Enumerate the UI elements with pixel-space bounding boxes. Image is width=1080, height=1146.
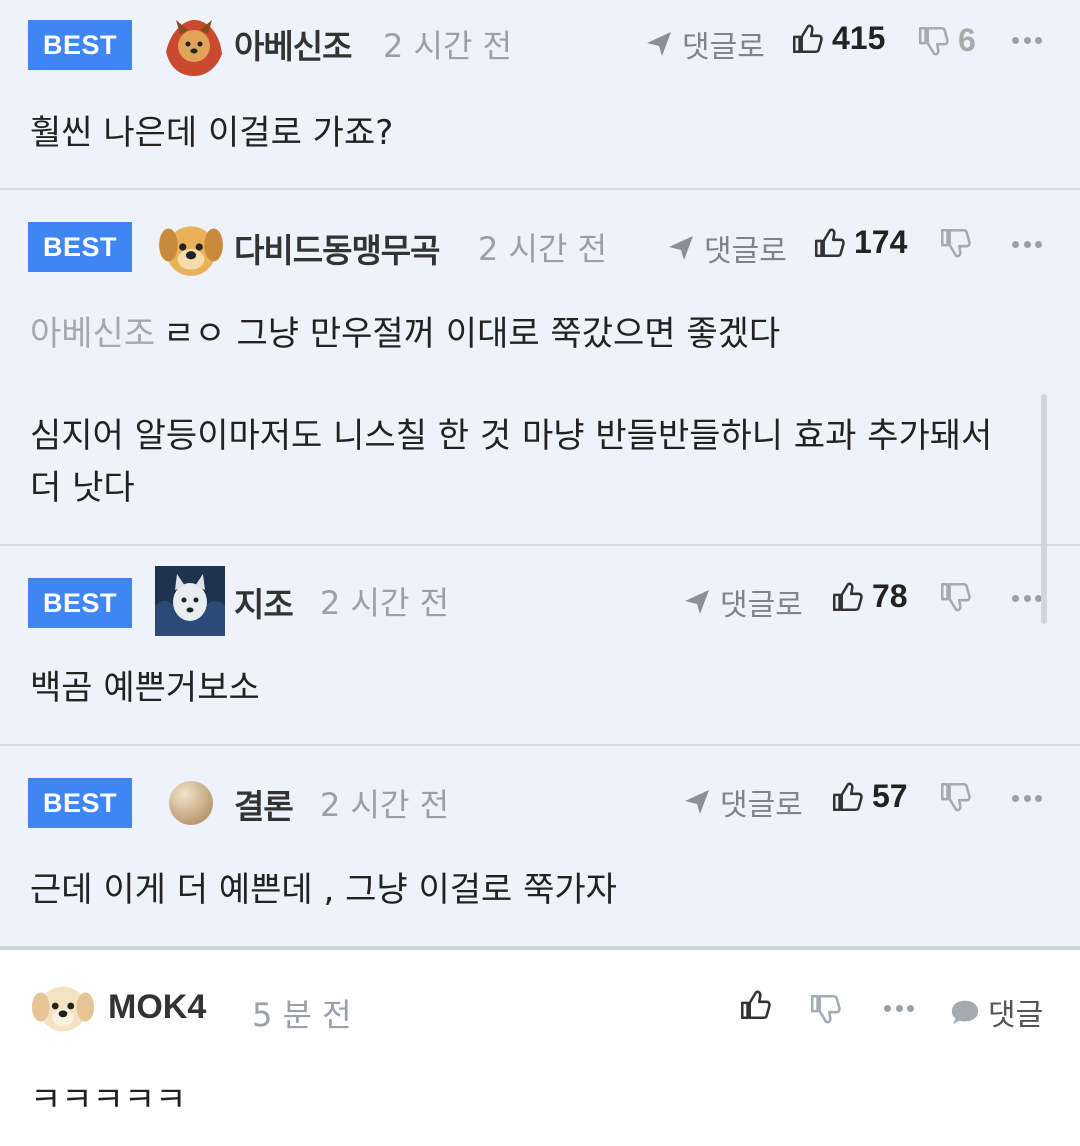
reply-button[interactable]: 댓글로 (644, 22, 765, 66)
comment-header: BEST 결론 2 시간 전 댓글로 57 (0, 762, 1080, 834)
best-comment: BEST 다비드동맹무곡 2 시간 전 댓글로 174 아베신조 ㄹㅇ 그냥 만우… (0, 190, 1080, 546)
like-button[interactable]: 415 (790, 20, 885, 57)
comment-text: 백곰 예쁜거보소 (30, 662, 1040, 714)
like-button[interactable]: 174 (812, 224, 907, 261)
best-comment: BEST 결론 2 시간 전 댓글로 57 근데 이게 더 예쁜데 , 그냥 이… (0, 746, 1080, 950)
dislike-button[interactable] (938, 226, 972, 260)
best-badge: BEST (28, 20, 132, 70)
timestamp: 5 분 전 (252, 996, 352, 1034)
more-icon[interactable] (1012, 592, 1042, 604)
reply-arrow-icon (666, 233, 696, 263)
comment-paragraph: 훨씬 나은데 이걸로 가죠? (30, 113, 394, 153)
comment-text: 아베신조 ㄹㅇ 그냥 만우절꺼 이대로 쭉갔으면 좋겠다 (30, 308, 1040, 360)
timestamp: 2 시간 전 (478, 230, 608, 268)
comment-text: 심지어 알등이마저도 니스칠 한 것 마냥 반들반들하니 효과 추가돼서 더 낫… (30, 410, 1030, 514)
reply-arrow-icon (682, 787, 712, 817)
speech-bubble-icon (951, 1000, 979, 1025)
best-badge: BEST (28, 778, 132, 828)
dislike-count: 6 (958, 22, 976, 58)
more-icon[interactable] (1012, 34, 1042, 46)
comment-text: ㅋㅋㅋㅋㅋ (30, 1080, 187, 1120)
timestamp: 2 시간 전 (320, 584, 450, 622)
best-badge: BEST (28, 222, 132, 272)
like-count: 415 (832, 20, 886, 56)
comment-paragraph: 백곰 예쁜거보소 (30, 668, 260, 708)
dislike-button[interactable] (938, 780, 972, 814)
reply-button[interactable]: 댓글로 (682, 580, 803, 624)
comment-header: BEST 다비드동맹무곡 2 시간 전 댓글로 174 (0, 204, 1080, 276)
comment-text: 근데 이게 더 예쁜데 , 그냥 이걸로 쭉가자 (30, 864, 1040, 916)
nickname[interactable]: 다비드동맹무곡 (234, 224, 441, 272)
like-count: 78 (872, 578, 908, 614)
like-button[interactable]: 57 (830, 778, 908, 815)
thumbs-down-icon (938, 580, 972, 614)
thumbs-up-icon (790, 22, 824, 56)
thumbs-down-icon (938, 226, 972, 260)
like-count: 57 (872, 778, 908, 814)
like-button[interactable] (738, 988, 772, 1022)
like-count: 174 (854, 224, 908, 260)
reply-label: 댓글로 (704, 234, 787, 269)
reply-label: 댓글로 (720, 588, 803, 623)
reply-button[interactable]: 댓글로 (666, 226, 787, 270)
reply-button[interactable]: 댓글 (950, 990, 1043, 1034)
comment-paragraph: 심지어 알등이마저도 니스칠 한 것 마냥 반들반들하니 효과 추가돼서 더 낫… (30, 416, 993, 508)
reply-button[interactable]: 댓글로 (682, 780, 803, 824)
dislike-button[interactable] (808, 992, 842, 1026)
reply-arrow-icon (644, 29, 674, 59)
thumbs-up-icon (830, 780, 864, 814)
thumbs-down-icon (938, 780, 972, 814)
reply-label: 댓글로 (682, 30, 765, 65)
best-badge: BEST (28, 578, 132, 628)
thumbs-up-icon (830, 580, 864, 614)
reply-label: 댓글로 (720, 788, 803, 823)
comment-header: BEST 아베신조 2 시간 전 댓글로 415 6 (0, 6, 1080, 78)
more-icon[interactable] (1012, 792, 1042, 804)
comment: MOK4 5 분 전 댓글 ㅋㅋㅋㅋㅋ (0, 954, 1080, 1146)
best-comment: BEST 아베신조 2 시간 전 댓글로 415 6 훨씬 나은데 이걸로 가죠… (0, 0, 1080, 190)
quoted-user[interactable]: 아베신조 (30, 314, 155, 354)
timestamp: 2 시간 전 (383, 27, 513, 65)
comment-header: BEST 지조 2 시간 전 댓글로 78 (0, 562, 1080, 636)
like-button[interactable]: 78 (830, 578, 908, 615)
comment-paragraph: ㄹㅇ 그냥 만우절꺼 이대로 쭉갔으면 좋겠다 (163, 314, 781, 354)
comment-paragraph: 근데 이게 더 예쁜데 , 그냥 이걸로 쭉가자 (30, 870, 617, 910)
more-icon[interactable] (1012, 238, 1042, 250)
nickname[interactable]: 지조 (234, 578, 294, 626)
avatar[interactable] (156, 212, 226, 282)
best-comments-list: BEST 아베신조 2 시간 전 댓글로 415 6 훨씬 나은데 이걸로 가죠… (0, 0, 1080, 950)
thumbs-down-icon (916, 24, 950, 58)
reply-arrow-icon (682, 587, 712, 617)
scrollbar[interactable] (1041, 394, 1047, 624)
dislike-button[interactable]: 6 (916, 22, 976, 59)
more-icon[interactable] (884, 1002, 914, 1014)
avatar[interactable] (28, 974, 98, 1040)
reply-label: 댓글 (988, 998, 1044, 1033)
avatar[interactable] (160, 12, 228, 80)
nickname[interactable]: MOK4 (108, 988, 206, 1027)
best-comment: BEST 지조 2 시간 전 댓글로 78 백곰 예쁜거보소 (0, 546, 1080, 746)
nickname[interactable]: 결론 (234, 780, 294, 828)
dislike-button[interactable] (938, 580, 972, 614)
comment-text: 훨씬 나은데 이걸로 가죠? (30, 107, 1040, 159)
nickname[interactable]: 아베신조 (234, 20, 352, 68)
avatar[interactable] (155, 566, 225, 636)
thumbs-down-icon (808, 992, 842, 1026)
avatar[interactable] (168, 780, 214, 826)
thumbs-up-icon (738, 988, 772, 1022)
timestamp: 2 시간 전 (320, 786, 450, 824)
thumbs-up-icon (812, 226, 846, 260)
